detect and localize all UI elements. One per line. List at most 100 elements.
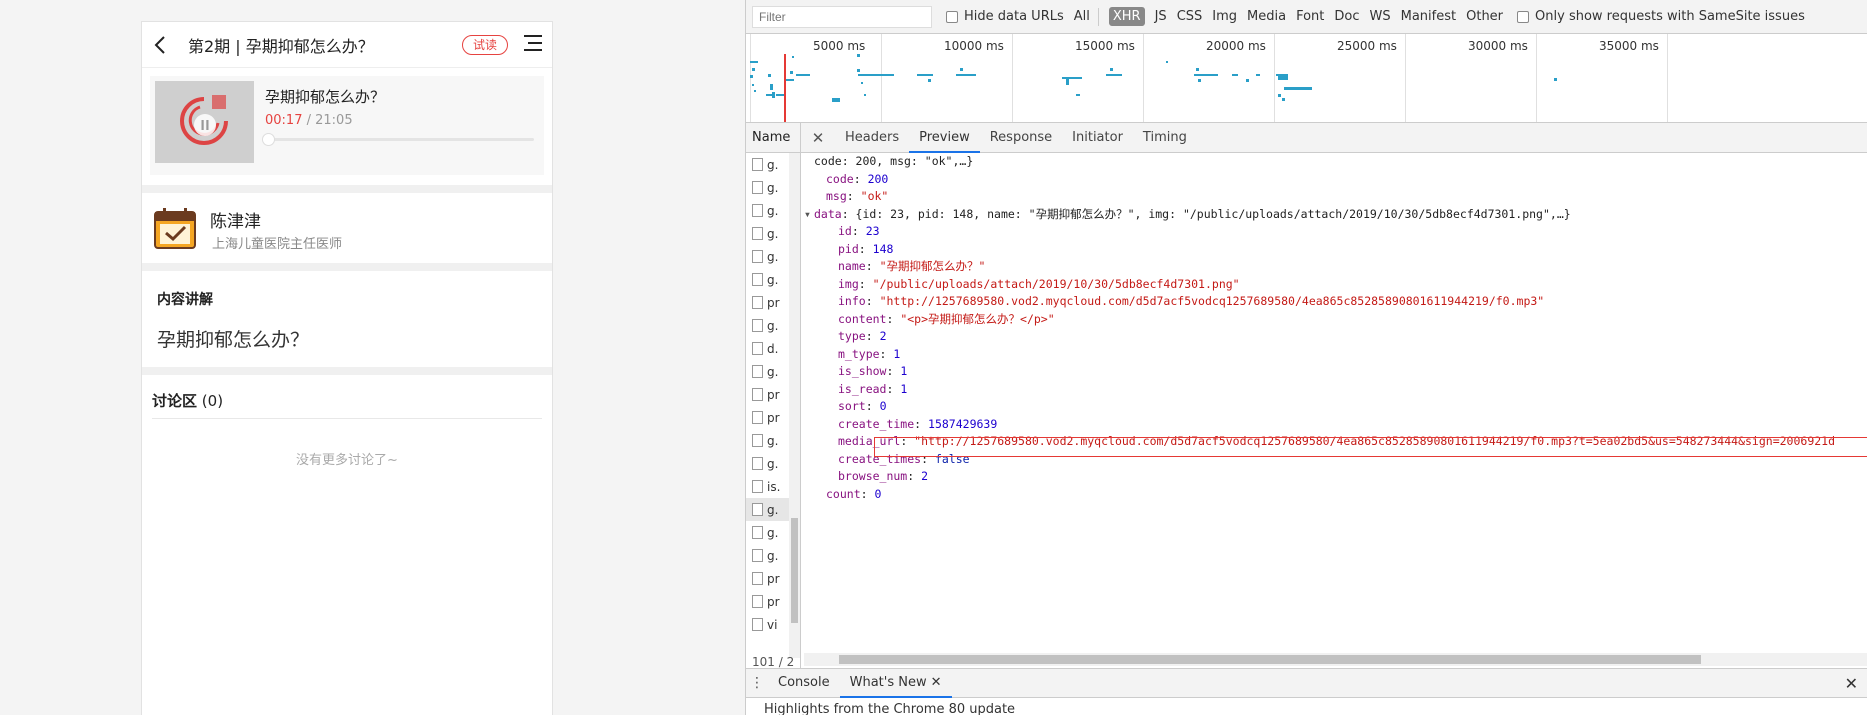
filter-type-other[interactable]: Other [1466,9,1503,24]
drawer-tab-console[interactable]: Console [768,669,840,697]
preview-line[interactable]: count: 0 [804,486,1867,504]
preview-scroll-thumb[interactable] [839,655,1701,664]
more-tabs-icon[interactable]: ⋮ [746,675,768,691]
request-checkbox[interactable] [752,526,763,539]
filter-type-css[interactable]: CSS [1177,9,1203,24]
request-checkbox[interactable] [752,480,763,493]
tab-response[interactable]: Response [980,123,1062,152]
request-checkbox[interactable] [752,365,763,378]
discussion-heading: 讨论区 (0) [152,383,542,419]
request-checkbox[interactable] [752,595,763,608]
json-value: : [865,329,880,343]
json-value: 0 [879,399,887,413]
preview-line[interactable]: type: 2 [804,328,1867,346]
request-checkbox[interactable] [752,388,763,401]
preview-line[interactable]: img: "/public/uploads/attach/2019/10/30/… [804,276,1867,294]
trial-badge[interactable]: 试读 [462,35,509,55]
request-checkbox[interactable] [752,342,763,355]
preview-line[interactable]: content: "<p>孕期抑郁怎么办？</p>" [804,311,1867,329]
name-column-header[interactable]: Name [746,123,801,152]
request-checkbox[interactable] [752,181,763,194]
filter-input[interactable] [752,5,932,28]
timeline-request-mark [858,74,894,76]
request-checkbox[interactable] [752,434,763,447]
close-tab-icon[interactable]: ✕ [931,675,942,690]
timeline-request-mark [857,54,860,57]
preview-line[interactable]: info: "http://1257689580.vod2.myqcloud.c… [804,293,1867,311]
request-checkbox[interactable] [752,204,763,217]
preview-line[interactable]: sort: 0 [804,398,1867,416]
network-overview-timeline[interactable]: 5000 ms 10000 ms 15000 ms 20000 ms 25000 ms 3… [746,34,1867,123]
request-list-scrollbar[interactable] [789,153,800,658]
request-checkbox[interactable] [752,618,763,631]
preview-line[interactable]: is_read: 1 [804,381,1867,399]
request-checkbox[interactable] [752,250,763,263]
preview-line[interactable]: id: 23 [804,223,1867,241]
request-checkbox[interactable] [752,411,763,424]
filter-type-ws[interactable]: WS [1370,9,1391,24]
hide-data-urls-checkbox[interactable] [946,10,958,23]
expand-arrow-icon[interactable]: ▾ [804,206,814,224]
tab-timing[interactable]: Timing [1133,123,1197,152]
preview-line[interactable]: is_show: 1 [804,363,1867,381]
close-details-icon[interactable]: ✕ [801,123,835,152]
json-value: "/public/uploads/attach/2019/10/30/5db8e… [872,276,1240,291]
request-checkbox[interactable] [752,158,763,171]
request-checkbox[interactable] [752,296,763,309]
album-cover[interactable] [155,81,254,163]
preview-line[interactable]: create_time: 1587429639 [804,416,1867,434]
request-checkbox[interactable] [752,503,763,516]
json-value: : [914,416,929,431]
filter-type-manifest[interactable]: Manifest [1401,9,1456,24]
teacher-card[interactable]: 陈津津 上海儿童医院主任医师 [142,193,552,263]
tab-preview[interactable]: Preview [909,123,980,153]
close-drawer-icon[interactable]: ✕ [1845,674,1858,693]
preview-line[interactable]: code: 200 [804,171,1867,189]
progress-handle[interactable] [262,133,276,146]
content-heading: 内容讲解 [157,292,213,308]
preview-horizontal-scrollbar[interactable] [804,653,1867,666]
preview-line[interactable]: msg: "ok" [804,188,1867,206]
filter-type-media[interactable]: Media [1247,9,1286,24]
drawer-tab-bar: ⋮ Console What's New ✕ ✕ [746,668,1867,698]
preview-line[interactable]: ▾ data: {id: 23, pid: 148, name: "孕期抑郁怎么办… [804,206,1867,224]
request-name: g. [767,502,779,517]
timeline-request-mark [1198,79,1201,82]
request-checkbox[interactable] [752,572,763,585]
tab-headers[interactable]: Headers [835,123,909,152]
filter-type-xhr[interactable]: XHR [1108,7,1145,26]
filter-type-img[interactable]: Img [1212,9,1237,24]
samesite-checkbox[interactable] [1517,10,1530,23]
teacher-title: 上海儿童医院主任医师 [212,237,343,252]
timeline-gridline [881,34,882,122]
json-value: 1 [893,346,901,361]
filter-type-all[interactable]: All [1074,9,1090,24]
timeline-request-mark [864,94,866,96]
request-checkbox[interactable] [752,227,763,240]
preview-line[interactable]: m_type: 1 [804,346,1867,364]
preview-line[interactable]: browse_num: 2 [804,468,1867,486]
menu-icon[interactable] [524,35,542,55]
json-value: : [858,276,873,291]
timeline-request-mark [861,82,863,84]
filter-type-doc[interactable]: Doc [1334,9,1359,24]
back-button[interactable] [142,22,178,68]
request-checkbox[interactable] [752,457,763,470]
preview-line[interactable]: code: 200, msg: "ok",…} [804,153,1867,171]
request-checkbox[interactable] [752,273,763,286]
preview-line[interactable]: pid: 148 [804,241,1867,259]
json-value: : [860,486,875,501]
drawer-tab-what-s-new[interactable]: What's New ✕ [839,669,952,698]
progress-track[interactable] [262,133,534,146]
preview-line[interactable]: name: "孕期抑郁怎么办？" [804,258,1867,276]
devtools-panel: Hide data URLs All XHR JS CSS Img Media Font Do… [745,0,1867,715]
tab-initiator[interactable]: Initiator [1062,123,1133,152]
timeline-gridline [1667,34,1668,122]
filter-type-font[interactable]: Font [1296,9,1324,24]
request-checkbox[interactable] [752,549,763,562]
filter-type-js[interactable]: JS [1155,9,1167,24]
request-checkbox[interactable] [752,319,763,332]
request-list-scroll-thumb[interactable] [791,518,798,623]
request-name: g. [767,203,779,218]
timeline-request-mark [750,61,758,63]
